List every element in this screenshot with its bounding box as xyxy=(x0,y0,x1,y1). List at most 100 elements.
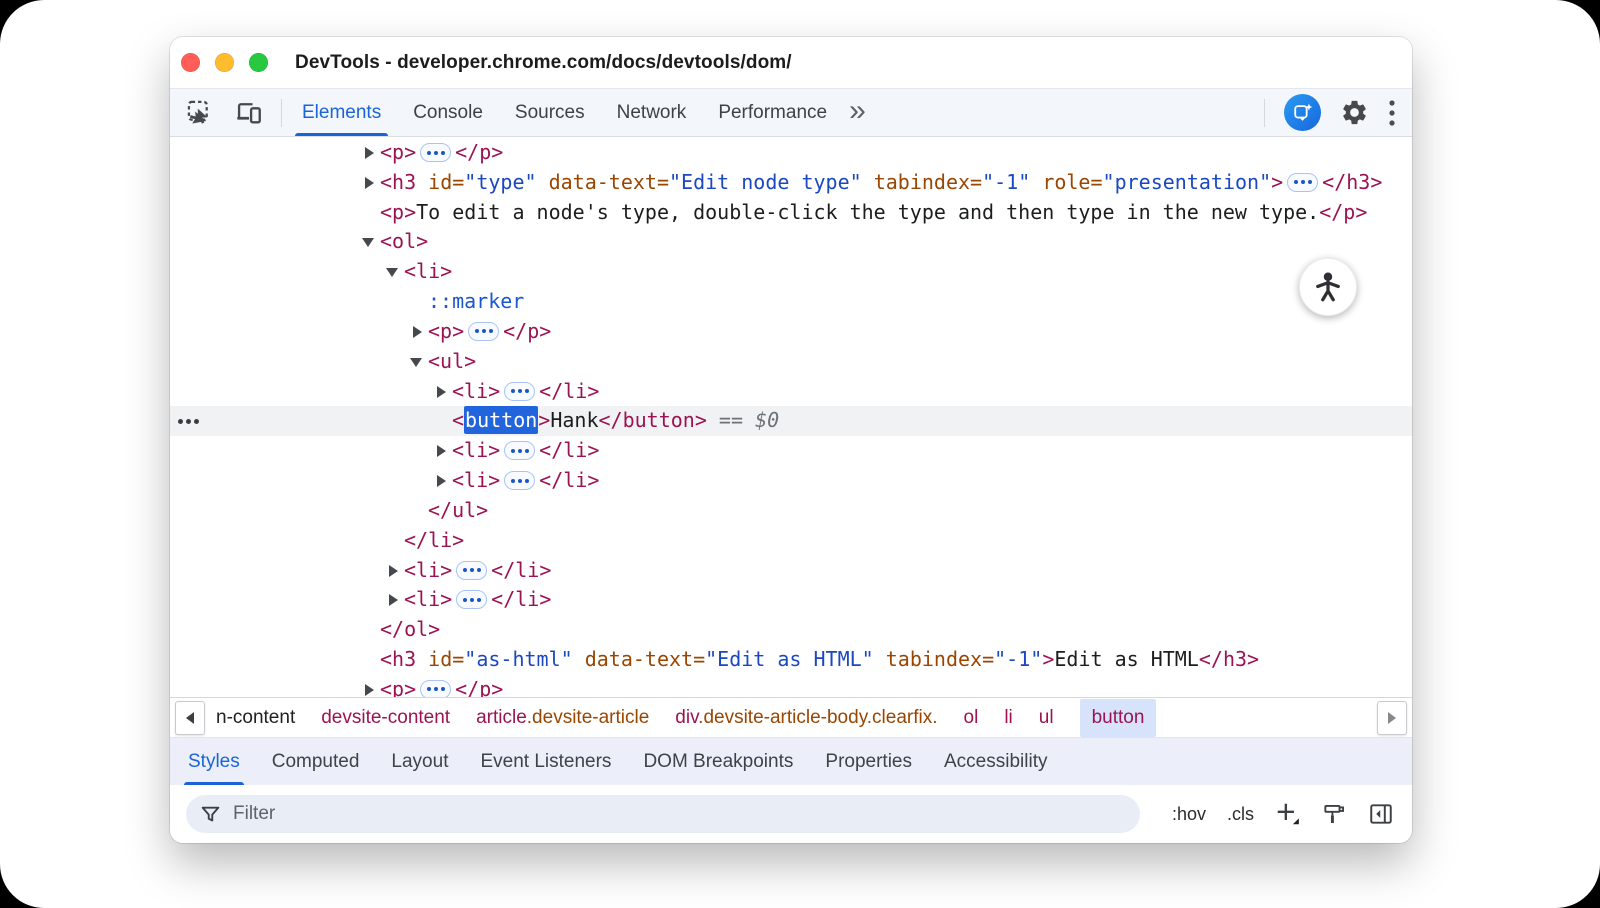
toggle-element-state-button[interactable]: :hov xyxy=(1172,804,1206,825)
expand-arrow-icon[interactable] xyxy=(389,594,398,606)
collapse-arrow-icon[interactable] xyxy=(410,358,422,367)
device-toolbar-icon[interactable] xyxy=(235,99,263,127)
dom-tree-row[interactable]: </li> xyxy=(170,526,1412,556)
tab-elements[interactable]: Elements xyxy=(286,89,397,136)
collapse-arrow-icon[interactable] xyxy=(362,238,374,247)
code-token-attr: id= xyxy=(428,647,464,671)
breadcrumb-item[interactable]: n-content xyxy=(216,707,295,729)
code-token-eq: == xyxy=(707,408,755,432)
breadcrumb-item[interactable]: div.devsite-article-body.clearfix. xyxy=(675,707,937,729)
styles-tab-styles[interactable]: Styles xyxy=(172,738,256,785)
dom-tree-row[interactable]: </ul> xyxy=(170,496,1412,526)
dom-tree-row[interactable]: ::marker xyxy=(170,287,1412,317)
crumb-scroll-left-button[interactable] xyxy=(175,701,205,735)
dom-tree-row[interactable]: <li></li> xyxy=(170,377,1412,407)
code-token-val: "type" xyxy=(464,170,536,194)
dom-tree-row-selected[interactable]: <button>Hank</button> == $0 xyxy=(170,406,1412,436)
dom-tree-row[interactable]: <p></p> xyxy=(170,138,1412,168)
filter-input[interactable]: Filter xyxy=(186,795,1140,833)
toggle-sidebar-icon[interactable] xyxy=(1368,801,1394,827)
dom-tree-row[interactable]: <li></li> xyxy=(170,436,1412,466)
ai-assistant-icon[interactable] xyxy=(1284,94,1321,131)
code-token-tag: </li> xyxy=(491,558,551,582)
styles-tab-event-listeners[interactable]: Event Listeners xyxy=(464,738,627,785)
tab-console[interactable]: Console xyxy=(397,89,499,136)
collapse-arrow-icon[interactable] xyxy=(386,268,398,277)
code-token-tag: <p> xyxy=(428,319,464,343)
expand-children-pill[interactable] xyxy=(504,382,535,401)
expand-children-pill[interactable] xyxy=(504,441,535,460)
expand-children-pill[interactable] xyxy=(456,561,487,580)
dom-tree-row[interactable]: <li></li> xyxy=(170,466,1412,496)
kebab-menu-icon[interactable] xyxy=(1388,98,1396,128)
styles-tab-properties[interactable]: Properties xyxy=(809,738,928,785)
expand-children-pill[interactable] xyxy=(420,680,451,698)
code-token-plain xyxy=(573,647,585,671)
tab-network[interactable]: Network xyxy=(601,89,703,136)
code-token-tag: </li> xyxy=(539,438,599,462)
dom-tree-row[interactable]: <li> </li> xyxy=(170,585,1412,615)
dom-tree-row[interactable]: <h3 id="type" data-text="Edit node type"… xyxy=(170,168,1412,198)
expand-arrow-icon[interactable] xyxy=(365,147,374,159)
inspect-icon[interactable] xyxy=(186,99,213,126)
element-classes-button[interactable]: .cls xyxy=(1227,804,1254,825)
crumb-scroll-right-button[interactable] xyxy=(1377,701,1407,735)
tab-performance[interactable]: Performance xyxy=(702,89,843,136)
styles-tab-computed[interactable]: Computed xyxy=(256,738,376,785)
close-window-button[interactable] xyxy=(181,53,200,72)
zoom-window-button[interactable] xyxy=(249,53,268,72)
styles-tab-dom-breakpoints[interactable]: DOM Breakpoints xyxy=(627,738,809,785)
styles-panel-tabs: StylesComputedLayoutEvent ListenersDOM B… xyxy=(170,737,1412,785)
styles-tab-accessibility[interactable]: Accessibility xyxy=(928,738,1063,785)
dom-tree-row[interactable]: <ul> xyxy=(170,347,1412,377)
code-token-attr: tabindex= xyxy=(874,170,982,194)
styles-tab-layout[interactable]: Layout xyxy=(375,738,464,785)
breadcrumb-item[interactable]: ul xyxy=(1039,707,1054,729)
dom-tree-row[interactable]: <ol> xyxy=(170,227,1412,257)
dom-tree-row[interactable]: <li> xyxy=(170,257,1412,287)
code-token-tag: <p> xyxy=(380,140,416,164)
expand-arrow-icon[interactable] xyxy=(389,565,398,577)
dom-tree-row[interactable]: </ol> xyxy=(170,615,1412,645)
more-tabs-chevron[interactable]: » xyxy=(843,89,876,136)
expand-children-pill[interactable] xyxy=(504,471,535,490)
expand-children-pill[interactable] xyxy=(420,143,451,162)
breadcrumb-item[interactable]: ol xyxy=(964,707,979,729)
dom-tree-row[interactable]: <p></p> xyxy=(170,675,1412,698)
dom-tree-row[interactable]: <li></li> xyxy=(170,556,1412,586)
dom-tree-row[interactable]: <p></p> xyxy=(170,317,1412,347)
settings-gear-icon[interactable] xyxy=(1340,98,1369,127)
expand-arrow-icon[interactable] xyxy=(437,386,446,398)
tab-sources[interactable]: Sources xyxy=(499,89,601,136)
breadcrumb-item[interactable]: devsite-content xyxy=(321,707,450,729)
devtools-toolbar: ElementsConsoleSourcesNetworkPerformance… xyxy=(170,89,1412,137)
breadcrumb-item[interactable]: li xyxy=(1004,707,1012,729)
breadcrumb-item-selected[interactable]: button xyxy=(1080,699,1157,737)
code-token-plain xyxy=(537,170,549,194)
expand-arrow-icon[interactable] xyxy=(365,177,374,189)
code-token-tag: <li> xyxy=(404,587,452,611)
expand-children-pill[interactable] xyxy=(1287,173,1318,192)
code-token-val: "Edit node type" xyxy=(669,170,862,194)
code-token-tag: <p> xyxy=(380,677,416,698)
new-style-rule-icon[interactable] xyxy=(1275,801,1301,827)
code-token-tag: </li> xyxy=(491,587,551,611)
minimize-window-button[interactable] xyxy=(215,53,234,72)
expand-arrow-icon[interactable] xyxy=(413,326,422,338)
code-token-tag: </ol> xyxy=(380,617,440,641)
selected-tag-name[interactable]: button xyxy=(464,406,538,434)
expand-arrow-icon[interactable] xyxy=(365,684,374,696)
dom-tree-rows: <p></p><h3 id="type" data-text="Edit nod… xyxy=(170,138,1412,698)
expand-children-pill[interactable] xyxy=(468,322,499,341)
paint-roller-icon[interactable] xyxy=(1322,802,1347,827)
breadcrumb-item[interactable]: article.devsite-article xyxy=(476,707,649,729)
code-token-plain xyxy=(874,647,886,671)
dom-tree-row[interactable]: <h3 id="as-html" data-text="Edit as HTML… xyxy=(170,645,1412,675)
expand-arrow-icon[interactable] xyxy=(437,475,446,487)
code-token-tag: > xyxy=(1042,647,1054,671)
row-menu-dots-icon[interactable] xyxy=(178,419,183,424)
expand-arrow-icon[interactable] xyxy=(437,445,446,457)
dom-tree-row[interactable]: <p>To edit a node's type, double-click t… xyxy=(170,198,1412,228)
expand-children-pill[interactable] xyxy=(456,590,487,609)
code-token-tag: > xyxy=(1271,170,1283,194)
